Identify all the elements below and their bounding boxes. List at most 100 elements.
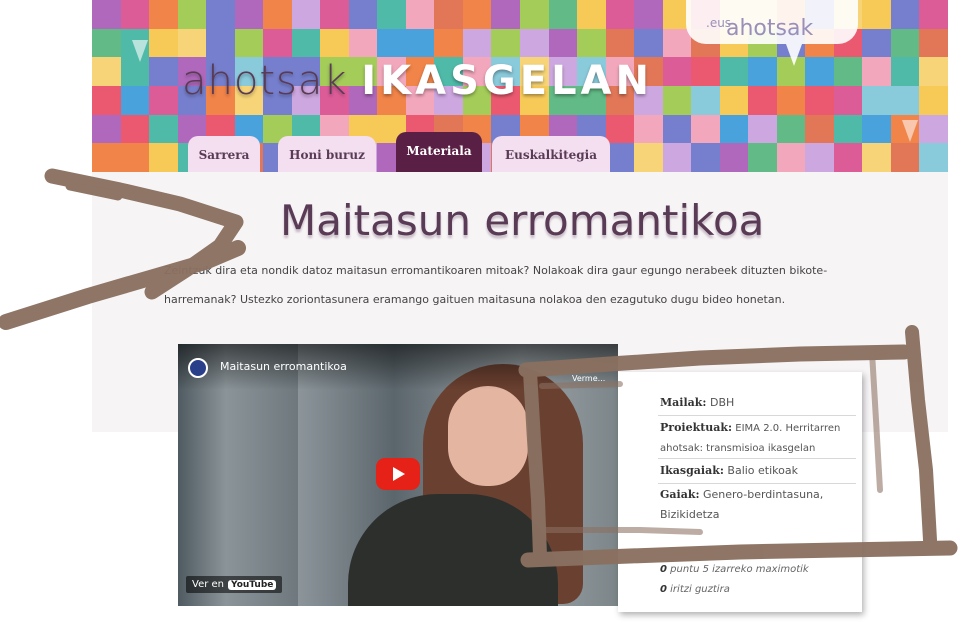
points-text: puntu 5 izarreko maximotik (670, 564, 809, 575)
mosaic-tile (149, 28, 178, 58)
mosaic-tile (377, 28, 406, 58)
mosaic-tile (691, 85, 720, 115)
mosaic-tile (833, 85, 863, 115)
mosaic-tile (462, 0, 492, 29)
mosaic-tile (149, 114, 178, 144)
mosaic-tile (805, 85, 834, 115)
points-count: 0 (660, 564, 667, 575)
mosaic-tile (890, 85, 920, 115)
speech-tail-icon (902, 120, 918, 142)
mosaic-tile (776, 85, 806, 115)
mosaic-tile (149, 0, 178, 29)
mosaic-tile (177, 0, 207, 29)
mailak-label: Mailak: (660, 396, 707, 409)
mosaic-tile (662, 57, 692, 86)
mosaic-tile (434, 28, 463, 58)
mosaic-tile (263, 0, 292, 29)
mosaic-tile (206, 0, 235, 29)
mosaic-tile (919, 57, 948, 86)
rating-votes: 0 iritzi guztira (660, 584, 730, 595)
mosaic-tile (919, 28, 948, 58)
mosaic-tile (577, 0, 606, 29)
mosaic-tile (833, 57, 863, 86)
mosaic-tile (662, 85, 692, 115)
brand-light: ahotsak (182, 58, 348, 104)
site-brand[interactable]: ahotsak IKASGELAN (182, 58, 653, 104)
mosaic-tile (548, 28, 578, 58)
mosaic-tile (776, 114, 806, 144)
mosaic-tile (405, 0, 435, 29)
brand-bold: IKASGELAN (361, 58, 653, 104)
mosaic-tile (462, 28, 492, 58)
speech-tail-icon (132, 40, 148, 62)
tab-honi-buruz[interactable]: Honi buruz (278, 136, 376, 172)
tab-materiala[interactable]: Materiala (396, 132, 482, 172)
mosaic-tile (748, 143, 777, 172)
info-ikasgaiak: Ikasgaiak: Balio etikoak (660, 460, 856, 481)
mosaic-tile (862, 57, 891, 86)
mosaic-tile (748, 85, 777, 115)
divider (658, 483, 856, 484)
channel-avatar-icon[interactable] (188, 358, 208, 378)
tab-euskalkitegia[interactable]: Euskalkitegia (492, 136, 610, 172)
mosaic-tile (491, 0, 520, 29)
mosaic-tile (890, 0, 920, 29)
ikasgaiak-value[interactable]: Balio etikoak (727, 464, 798, 477)
page-title: Maitasun erromantikoa (280, 196, 765, 245)
tab-sarrera[interactable]: Sarrera (188, 136, 260, 172)
mosaic-tile (862, 143, 891, 172)
mosaic-tile (263, 28, 292, 58)
mosaic-tile (833, 143, 863, 172)
rating-points: 0 puntu 5 izarreko maximotik (660, 564, 809, 575)
mosaic-tile (890, 57, 920, 86)
mosaic-tile (177, 28, 207, 58)
mosaic-tile (719, 57, 749, 86)
mosaic-tile (691, 57, 720, 86)
mosaic-tile (120, 143, 150, 172)
mosaic-tile (662, 28, 692, 58)
mosaic-tile (748, 114, 777, 144)
mosaic-tile (862, 85, 891, 115)
mosaic-tile (291, 0, 321, 29)
mosaic-tile (92, 0, 121, 29)
mosaic-tile (919, 85, 948, 115)
mosaic-tile (519, 0, 549, 29)
mosaic-tile (634, 143, 663, 172)
mosaic-tile (634, 114, 663, 144)
logo-text: ahotsak (726, 16, 814, 41)
mosaic-tile (691, 114, 720, 144)
proiektuak-label: Proiektuak: (660, 421, 733, 434)
mailak-value[interactable]: DBH (710, 396, 734, 409)
mosaic-tile (719, 143, 749, 172)
watch-later-label[interactable]: Verme... (572, 374, 605, 383)
ahotsak-logo[interactable]: ahotsak .eus (686, 0, 858, 44)
ikasgaiak-label: Ikasgaiak: (660, 464, 724, 477)
info-card: Mailak: DBH Proiektuak: EIMA 2.0. Herrit… (618, 372, 862, 612)
play-button[interactable] (376, 458, 420, 490)
mosaic-tile (291, 28, 321, 58)
video-person-face (448, 386, 528, 486)
mosaic-tile (919, 143, 948, 172)
mosaic-tile (120, 0, 150, 29)
mosaic-tile (92, 114, 121, 144)
votes-count: 0 (660, 584, 667, 595)
video-title[interactable]: Maitasun erromantikoa (220, 360, 347, 373)
intro-text: Zeintzuk dira eta nondik datoz maitasun … (164, 264, 828, 306)
mosaic-tile (862, 0, 891, 29)
mosaic-tile (206, 28, 235, 58)
watch-on-youtube-button[interactable]: Ver en YouTube (186, 576, 283, 593)
divider (658, 415, 856, 416)
mosaic-tile (92, 28, 121, 58)
mosaic-tile (320, 28, 349, 58)
mosaic-tile (605, 28, 635, 58)
video-player[interactable]: Maitasun erromantikoa Verme... Ver en You… (178, 344, 618, 606)
mosaic-tile (919, 114, 948, 144)
mosaic-tile (92, 85, 121, 115)
mosaic-tile (605, 114, 635, 144)
mosaic-tile (605, 0, 635, 29)
mosaic-tile (634, 0, 663, 29)
mosaic-tile (719, 85, 749, 115)
mosaic-tile (634, 28, 663, 58)
mosaic-tile (805, 114, 834, 144)
mosaic-tile (805, 57, 834, 86)
